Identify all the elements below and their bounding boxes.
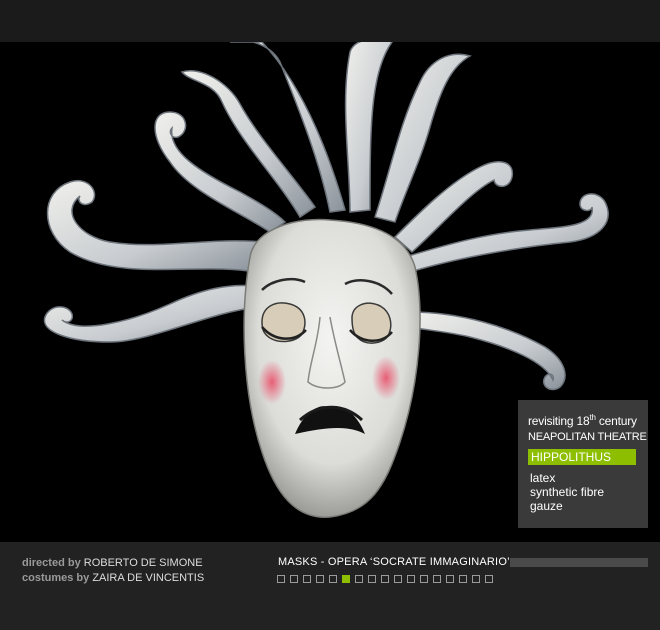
costumer-name: ZAIRA DE VINCENTIS — [92, 572, 205, 584]
director-credit: directed by ROBERTO DE SIMONE — [22, 556, 204, 571]
director-name: ROBERTO DE SIMONE — [83, 557, 203, 569]
costumes-label: costumes by — [22, 572, 90, 584]
page-indicator-3[interactable] — [303, 575, 311, 583]
page-indicator-12[interactable] — [420, 575, 428, 583]
page-indicator-13[interactable] — [433, 575, 441, 583]
page-indicator-16[interactable] — [472, 575, 480, 583]
page-indicator-5[interactable] — [329, 575, 337, 583]
page-indicator-7[interactable] — [355, 575, 363, 583]
page-indicator-1[interactable] — [277, 575, 285, 583]
subtitle-suffix: century — [595, 414, 637, 428]
directed-label: directed by — [22, 557, 81, 569]
top-bar — [0, 0, 660, 42]
gallery-title: MASKS - OPERA ‘SOCRATE IMMAGINARIO’ — [278, 556, 510, 568]
subtitle-line2: NEAPOLITAN THEATRE — [528, 431, 647, 443]
page-indicator-4[interactable] — [316, 575, 324, 583]
credits: directed by ROBERTO DE SIMONE costumes b… — [22, 556, 204, 586]
material-item: synthetic fibre — [530, 485, 605, 499]
material-item: gauze — [530, 499, 563, 513]
page-indicator-15[interactable] — [459, 575, 467, 583]
material-item: latex — [530, 471, 556, 485]
gallery-pager — [277, 575, 493, 583]
page-indicator-10[interactable] — [394, 575, 402, 583]
page-indicator-14[interactable] — [446, 575, 454, 583]
costume-credit: costumes by ZAIRA DE VINCENTIS — [22, 571, 204, 586]
loading-progress-bar — [510, 558, 648, 567]
subtitle-prefix: revisiting 18 — [528, 414, 590, 428]
page-indicator-17[interactable] — [485, 575, 493, 583]
page-indicator-11[interactable] — [407, 575, 415, 583]
mask-name-badge: HIPPOLITHUS — [528, 449, 636, 465]
page-indicator-9[interactable] — [381, 575, 389, 583]
page-indicator-8[interactable] — [368, 575, 376, 583]
page-indicator-2[interactable] — [290, 575, 298, 583]
mask-info-panel: revisiting 18th century NEAPOLITAN THEAT… — [518, 400, 648, 528]
subtitle-line1: revisiting 18th century — [528, 413, 637, 428]
page-indicator-6[interactable] — [342, 575, 350, 583]
footer-bar: directed by ROBERTO DE SIMONE costumes b… — [0, 542, 660, 630]
